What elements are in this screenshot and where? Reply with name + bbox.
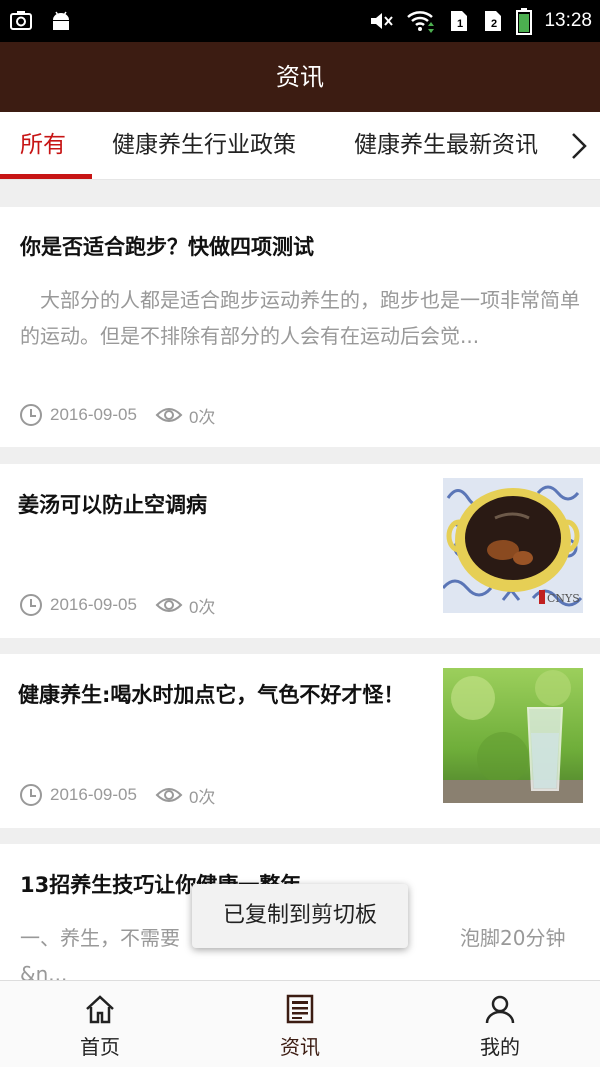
eye-icon bbox=[155, 598, 183, 612]
article-title: 健康养生:喝水时加点它，气色不好才怪！ bbox=[18, 683, 405, 707]
article-meta: 2016-09-05 0次 bbox=[18, 402, 215, 428]
svg-text:1: 1 bbox=[457, 18, 463, 30]
tab-latest-news[interactable]: 健康养生最新资讯 bbox=[354, 112, 538, 180]
status-bar: 1 2 13:28 bbox=[0, 0, 600, 42]
clock-icon bbox=[20, 404, 42, 426]
article-date: 2016-09-05 bbox=[50, 595, 137, 614]
nav-news-label: 资讯 bbox=[280, 1035, 320, 1059]
battery-icon bbox=[516, 8, 533, 35]
user-icon bbox=[485, 995, 515, 1024]
tab-industry-policy[interactable]: 健康养生行业政策 bbox=[112, 112, 296, 180]
article-summary: 大部分的人都是适合跑步运动养生的，跑步也是一项非常简单的运动。但是不排除有部分的… bbox=[20, 288, 580, 348]
wifi-icon bbox=[407, 11, 435, 33]
article-meta: 2016-09-05 0次 bbox=[18, 592, 215, 618]
clock-icon bbox=[20, 784, 42, 806]
nav-news[interactable]: 资讯 bbox=[200, 981, 400, 1067]
thumbnail-watermark: CNYS bbox=[547, 592, 580, 605]
article-views: 0次 bbox=[188, 407, 216, 427]
mute-icon bbox=[371, 13, 394, 29]
category-tabs: 所有 健康养生行业政策 健康养生最新资讯 bbox=[0, 112, 600, 180]
clock: 13:28 bbox=[544, 10, 592, 31]
nav-mine-label: 我的 bbox=[480, 1035, 520, 1059]
article-date: 2016-09-05 bbox=[50, 405, 137, 424]
sim1-icon: 1 bbox=[451, 11, 468, 31]
article-date: 2016-09-05 bbox=[50, 785, 137, 804]
nav-home[interactable]: 首页 bbox=[0, 981, 200, 1067]
article-thumbnail bbox=[443, 668, 583, 803]
sim2-icon: 2 bbox=[485, 11, 502, 31]
tab-all[interactable]: 所有 bbox=[20, 112, 66, 180]
screenshot-icon bbox=[10, 11, 32, 30]
article-title: 姜汤可以防止空调病 bbox=[18, 493, 207, 517]
page-title-bar: 资讯 bbox=[0, 42, 600, 112]
eye-icon bbox=[155, 788, 183, 802]
svg-text:2: 2 bbox=[491, 18, 497, 30]
article-title: 你是否适合跑步？快做四项测试 bbox=[20, 235, 314, 259]
android-icon bbox=[53, 11, 69, 30]
article-views: 0次 bbox=[188, 787, 216, 807]
page-title: 资讯 bbox=[276, 63, 324, 91]
news-icon bbox=[286, 994, 314, 1024]
article-card[interactable]: 姜汤可以防止空调病 CNYS 2016-09-05 0次 bbox=[0, 464, 600, 638]
article-views: 0次 bbox=[188, 597, 216, 617]
article-meta: 2016-09-05 0次 bbox=[18, 782, 215, 808]
eye-icon bbox=[155, 408, 183, 422]
active-tab-indicator bbox=[0, 174, 92, 179]
article-card[interactable]: 健康养生:喝水时加点它，气色不好才怪！ 2016-09-05 0次 bbox=[0, 654, 600, 828]
home-icon bbox=[86, 995, 114, 1024]
clock-icon bbox=[20, 594, 42, 616]
chevron-right-icon[interactable] bbox=[562, 130, 594, 162]
nav-home-label: 首页 bbox=[80, 1035, 120, 1059]
nav-mine[interactable]: 我的 bbox=[400, 981, 600, 1067]
article-card[interactable]: 你是否适合跑步？快做四项测试 大部分的人都是适合跑步运动养生的，跑步也是一项非常… bbox=[0, 207, 600, 447]
copied-toast: 已复制到剪切板 bbox=[192, 884, 408, 948]
article-thumbnail: CNYS bbox=[443, 478, 583, 613]
bottom-nav: 首页 资讯 我的 bbox=[0, 980, 600, 1067]
